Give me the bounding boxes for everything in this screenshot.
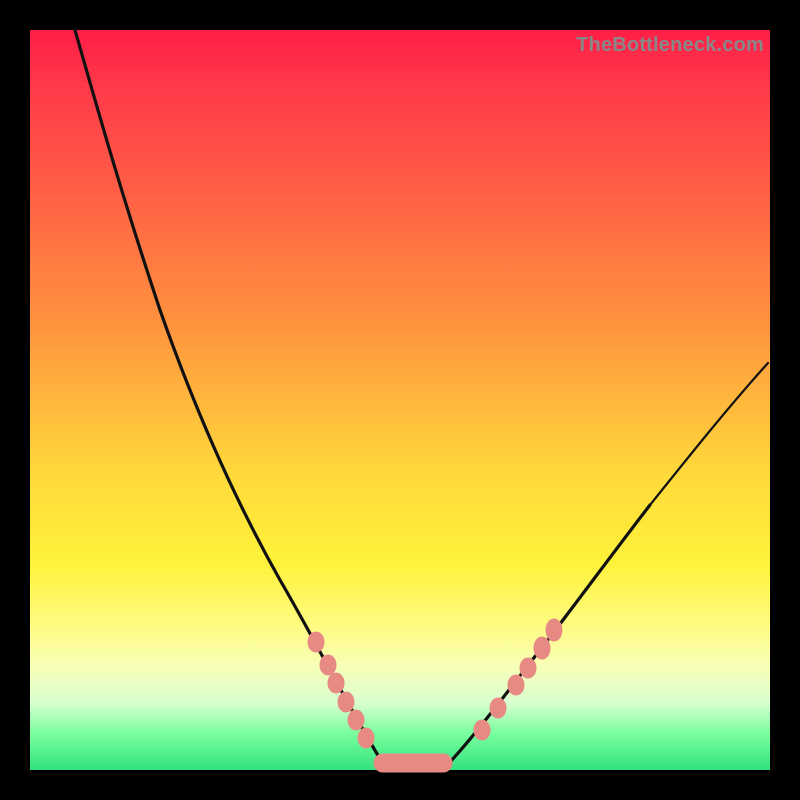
marker-dot bbox=[358, 728, 374, 748]
marker-dot bbox=[308, 632, 324, 652]
marker-dot bbox=[490, 698, 506, 718]
chart-frame: TheBottleneck.com bbox=[0, 0, 800, 800]
marker-dot bbox=[546, 619, 562, 641]
marker-bar bbox=[374, 754, 452, 772]
marker-dot bbox=[328, 673, 344, 693]
marker-dot bbox=[520, 658, 536, 678]
curve-right-high bbox=[650, 363, 768, 505]
marker-valley-bar bbox=[374, 754, 452, 772]
plot-area: TheBottleneck.com bbox=[30, 30, 770, 770]
marker-cluster-right bbox=[474, 619, 562, 740]
curve-svg bbox=[30, 30, 770, 770]
curve-left bbox=[75, 30, 382, 762]
marker-dot bbox=[474, 720, 490, 740]
marker-dot bbox=[508, 675, 524, 695]
marker-dot bbox=[338, 692, 354, 712]
marker-dot bbox=[534, 637, 550, 659]
marker-dot bbox=[320, 655, 336, 675]
marker-dot bbox=[348, 710, 364, 730]
marker-cluster-left bbox=[308, 632, 374, 748]
